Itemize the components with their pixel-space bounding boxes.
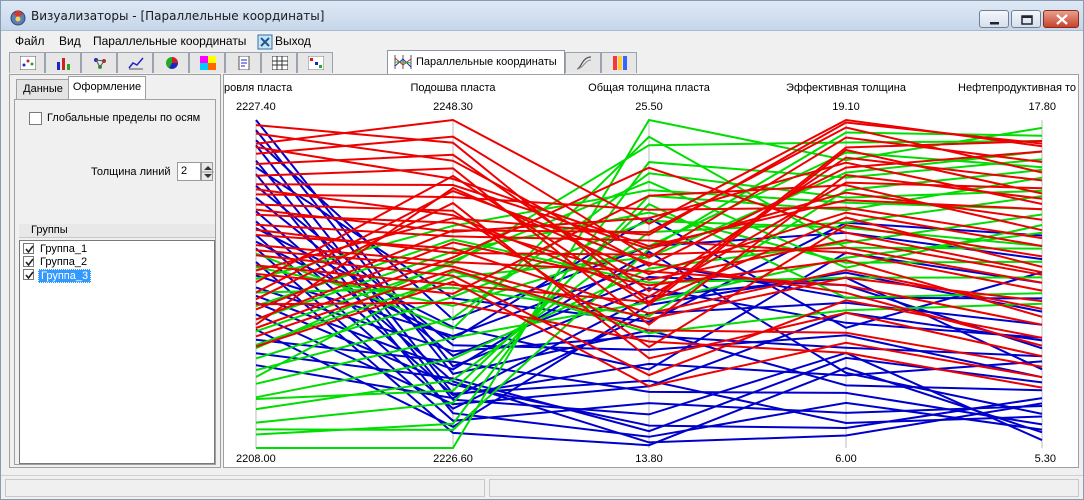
checkmark-icon — [25, 245, 34, 254]
tab-document[interactable] — [225, 52, 261, 73]
menu-bar: Файл Вид Параллельные координаты Выход — [1, 31, 1083, 51]
axis-title-2: Подошва пласта — [410, 82, 496, 94]
global-limits-label: Глобальные пределы по осям — [47, 112, 201, 124]
tab-bar-chart[interactable] — [45, 52, 81, 73]
spinner-arrows-icon — [202, 166, 214, 178]
menu-view[interactable]: Вид — [59, 34, 81, 48]
axis-max-label-4: 19.10 — [832, 101, 860, 113]
title-bar: Визуализаторы - [Параллельные координаты… — [1, 1, 1083, 31]
appearance-settings: Глобальные пределы по осям Толщина линий… — [14, 99, 216, 465]
axis-min-label-2: 2226.60 — [433, 453, 473, 465]
axis-title-4: Эффективная толщина — [786, 82, 907, 94]
checkmark-icon — [25, 271, 34, 280]
group-3-label: Группа_3 — [38, 269, 92, 283]
tab-pie[interactable] — [153, 52, 189, 73]
axis-min-label-1: 2208.00 — [236, 453, 276, 465]
window-title: Визуализаторы - [Параллельные координаты… — [31, 9, 325, 23]
group-2-label: Группа_2 — [40, 256, 88, 268]
line-width-input[interactable]: 2 — [177, 162, 201, 181]
axis-min-label-4: 6.00 — [835, 453, 856, 465]
line-chart-icon — [128, 57, 144, 70]
maximize-button[interactable] — [1011, 10, 1041, 28]
line-width-label: Толщина линий — [91, 166, 171, 178]
restore-icon — [1021, 15, 1033, 25]
tab-line-chart[interactable] — [117, 52, 153, 73]
axis-title-3: Общая толщина пласта — [588, 82, 711, 94]
checkmark-icon — [25, 258, 34, 267]
parallel-coordinates-icon — [394, 55, 412, 69]
group-3-checkbox[interactable] — [23, 269, 34, 280]
settings-panel: Данные Оформление Глобальные пределы по … — [9, 74, 221, 468]
menu-file[interactable]: Файл — [15, 34, 45, 48]
tab-parallel-coordinates[interactable]: Параллельные координаты — [387, 50, 565, 74]
curves-icon — [576, 56, 592, 70]
cluster-icon — [94, 58, 106, 69]
groups-title: Группы — [19, 224, 215, 238]
tab-appearance[interactable]: Оформление — [68, 76, 146, 100]
group-1-label: Группа_1 — [40, 243, 88, 255]
menu-parallel-coordinates[interactable]: Параллельные координаты — [93, 34, 246, 48]
axis-min-label-5: 5.30 — [1035, 453, 1056, 465]
tab-parallel-coordinates-label: Параллельные координаты — [416, 56, 557, 68]
color-scale-icon — [613, 56, 627, 70]
status-pane-2 — [489, 479, 1079, 497]
list-item-group-2[interactable]: Группа_2 — [20, 256, 214, 269]
matrix-icon — [308, 56, 324, 70]
tab-cluster[interactable] — [81, 52, 117, 73]
tab-heatmap[interactable] — [189, 52, 225, 73]
tab-grid-table[interactable] — [261, 52, 297, 73]
axis-title-5: Нефтепродуктивная то — [958, 82, 1076, 94]
axis-title-1: ровля пласта — [224, 82, 293, 94]
status-bar — [1, 475, 1083, 499]
grid-table-icon — [272, 56, 288, 70]
global-limits-checkbox[interactable] — [29, 112, 42, 125]
heatmap-icon — [200, 56, 216, 70]
minimize-icon — [990, 22, 999, 25]
tab-scatter-plot[interactable] — [9, 52, 45, 73]
menu-exit[interactable]: Выход — [275, 34, 311, 48]
list-item-group-1[interactable]: Группа_1 — [20, 243, 214, 256]
pie-icon — [166, 57, 178, 69]
groups-list: Группа_1 Группа_2 Группа_3 — [19, 240, 215, 464]
minimize-button[interactable] — [979, 10, 1009, 28]
axis-max-label-5: 17.80 — [1028, 101, 1056, 113]
bar-chart-icon — [57, 58, 70, 70]
list-item-group-3[interactable]: Группа_3 — [20, 269, 214, 283]
tab-data[interactable]: Данные — [16, 79, 70, 99]
tab-curves[interactable] — [565, 52, 601, 73]
group-2-checkbox[interactable] — [23, 256, 34, 267]
document-icon — [238, 56, 250, 70]
parallel-coordinates-plot[interactable]: ровля пласта 2227.40 2208.00 Подошва пласта… — [223, 74, 1079, 468]
axis-max-label-3: 25.50 — [635, 101, 663, 113]
tab-color-scale[interactable] — [601, 52, 637, 73]
group-1-checkbox[interactable] — [23, 243, 34, 254]
axis-min-label-3: 13.80 — [635, 453, 663, 465]
axis-max-label-1: 2227.40 — [236, 101, 276, 113]
app-logo-icon — [10, 10, 26, 26]
plot-canvas: ровля пласта 2227.40 2208.00 Подошва пласта… — [224, 82, 1076, 465]
view-toolbar: Параллельные координаты — [9, 50, 649, 74]
scatter-plot-icon — [20, 56, 36, 70]
close-icon — [1056, 14, 1068, 25]
status-pane-1 — [5, 479, 485, 497]
axis-max-label-2: 2248.30 — [433, 101, 473, 113]
tab-matrix[interactable] — [297, 52, 333, 73]
close-button[interactable] — [1043, 10, 1079, 28]
exit-icon[interactable] — [257, 34, 273, 50]
line-width-spinner[interactable] — [201, 162, 214, 181]
app-window: Визуализаторы - [Параллельные координаты… — [0, 0, 1084, 500]
